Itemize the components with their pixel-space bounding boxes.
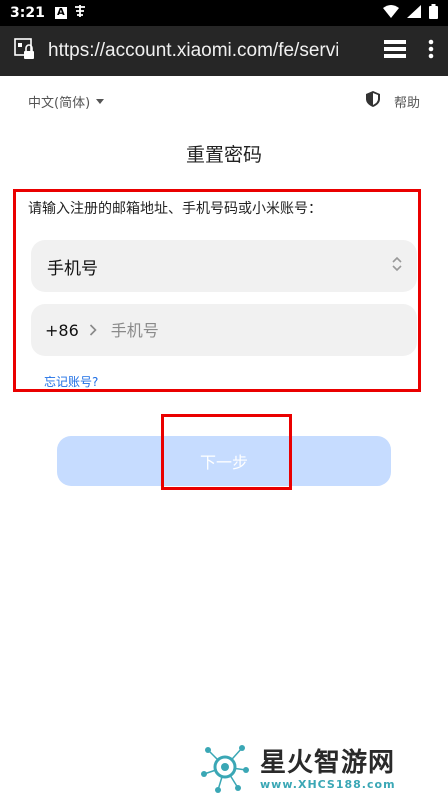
url-text[interactable]: https://account.xiaomi.com/fe/service: [48, 40, 338, 62]
watermark-title: 星火智游网: [260, 747, 396, 778]
language-label: 中文(简体): [28, 95, 91, 111]
notification-a-icon: A: [54, 7, 67, 19]
tabs-stack-icon[interactable]: [384, 40, 406, 62]
shield-icon: [365, 91, 380, 111]
phone-input-row: +86: [31, 304, 417, 356]
forgot-account-link[interactable]: 忘记账号?: [44, 373, 98, 390]
status-time: 3:21: [10, 5, 45, 21]
instruction-text: 请输入注册的邮箱地址、手机号码或小米账号：: [28, 201, 322, 217]
account-type-select[interactable]: 手机号: [31, 240, 417, 292]
site-security-icon[interactable]: [14, 38, 36, 64]
highlight-frame-button: [161, 414, 292, 490]
watermark-url: www.XHCS188.com: [260, 777, 396, 791]
page-title: 重置密码: [185, 144, 262, 166]
status-bar: 3:21 A: [0, 0, 448, 26]
phone-number-input[interactable]: [110, 320, 351, 340]
caret-down-icon: [96, 94, 105, 109]
browser-url-bar: https://account.xiaomi.com/fe/service: [0, 26, 448, 76]
cell-signal-icon: [407, 4, 421, 22]
page-top-row: 中文(简体) 帮助: [0, 88, 448, 114]
country-code[interactable]: +86: [45, 321, 79, 340]
watermark-logo-icon: [198, 740, 252, 798]
wifi-icon: [383, 4, 399, 22]
select-updown-icon: [391, 255, 403, 278]
chevron-right-icon[interactable]: [89, 321, 97, 340]
overflow-menu-icon[interactable]: [428, 39, 434, 63]
notification-app-icon: [73, 4, 87, 22]
help-label: 帮助: [393, 95, 420, 111]
watermark: 星火智游网 www.XHCS188.com: [198, 740, 448, 798]
help-link[interactable]: 帮助: [365, 91, 420, 111]
battery-icon: [429, 3, 438, 23]
account-type-value: 手机号: [47, 258, 98, 279]
language-selector[interactable]: 中文(简体): [28, 92, 105, 111]
